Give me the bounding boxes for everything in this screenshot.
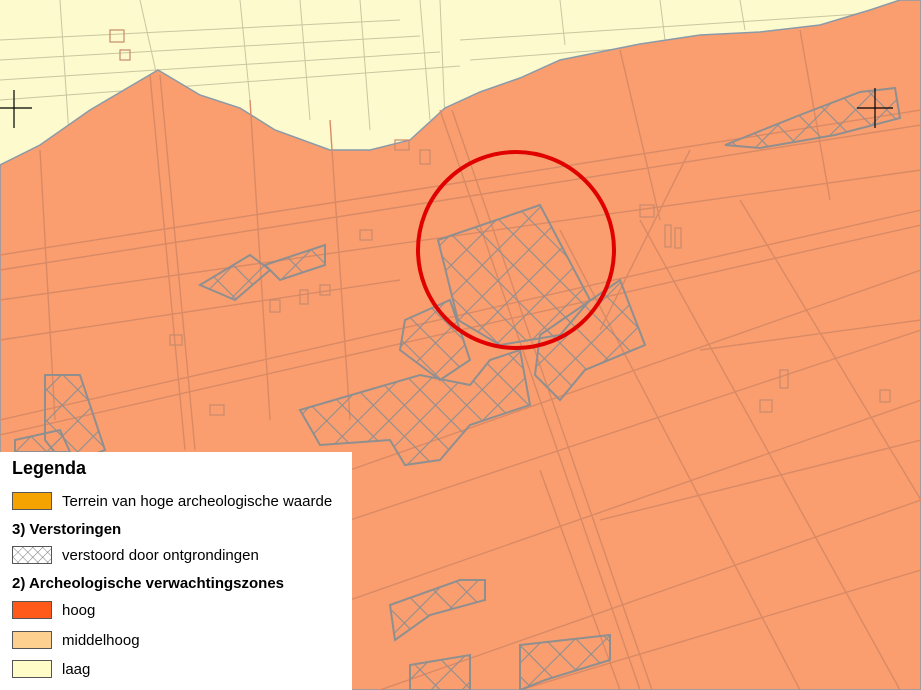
legend-title: Legenda <box>12 458 87 478</box>
legend-label: middelhoog <box>62 631 140 649</box>
legend-label: Terrein van hoge archeologische waarde <box>62 492 333 510</box>
legend-item-disturbed: verstoord door ontgrondingen <box>12 546 259 564</box>
map-legend: Legenda Terrein van hoge archeologische … <box>0 452 352 690</box>
legend-swatch-hatch <box>12 546 52 564</box>
legend-item-middelhoog: middelhoog <box>12 631 140 649</box>
legend-swatch-orange <box>12 492 52 510</box>
legend-heading-verstoringen: 3) Verstoringen <box>12 521 122 538</box>
legend-item-laag: laag <box>12 660 90 678</box>
legend-item-hoog: hoog <box>12 601 95 619</box>
legend-label: verstoord door ontgrondingen <box>62 546 259 564</box>
legend-swatch-hoog <box>12 601 52 619</box>
legend-swatch-laag <box>12 660 52 678</box>
legend-label: laag <box>62 660 91 678</box>
legend-swatch-middelhoog <box>12 631 52 649</box>
legend-label: hoog <box>62 601 96 619</box>
legend-heading-verwachtingszones: 2) Archeologische verwachtingszones <box>12 575 285 592</box>
legend-item-high-value-terrain: Terrein van hoge archeologische waarde <box>12 492 332 510</box>
